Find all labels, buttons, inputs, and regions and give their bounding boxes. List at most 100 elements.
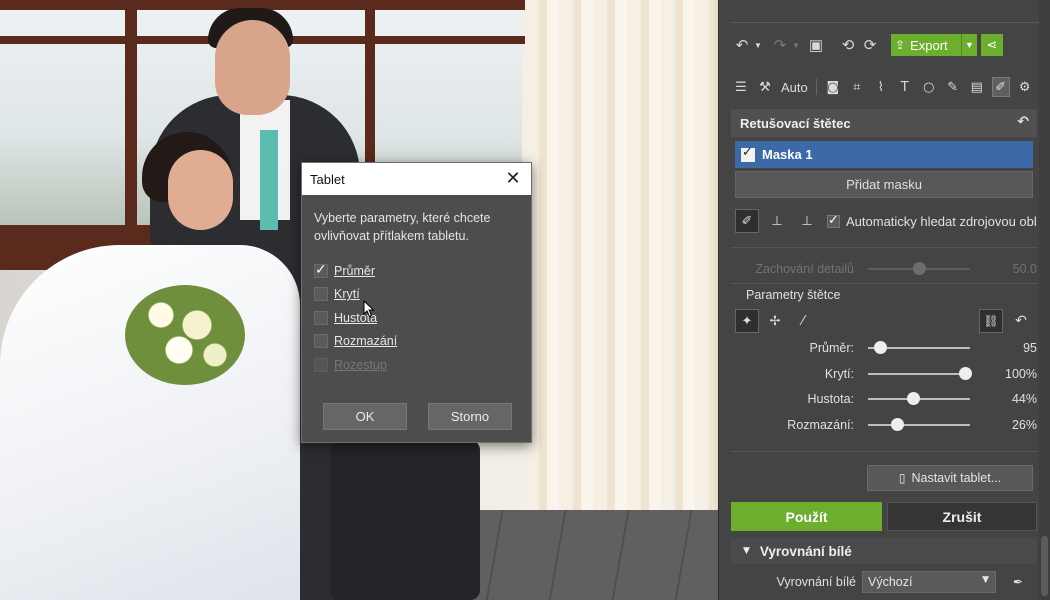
collapse-triangle-icon: ▼	[743, 546, 750, 556]
dialog-titlebar[interactable]: Tablet ✕	[302, 163, 531, 195]
export-dropdown-icon[interactable]: ▼	[961, 34, 977, 56]
blur-slider[interactable]	[868, 418, 970, 431]
dialog-buttons: OK Storno	[323, 403, 512, 430]
circle-filter-icon[interactable]: ○	[921, 78, 937, 96]
slider-knob	[913, 262, 926, 275]
density-slider[interactable]	[868, 392, 970, 405]
panel-scrollbar[interactable]	[1039, 0, 1050, 600]
checkbox-rozmazani[interactable]	[314, 334, 328, 349]
text-icon[interactable]: T	[897, 78, 913, 96]
slider-knob[interactable]	[874, 341, 888, 354]
white-balance-row: Vyrovnání bílé Výchozí ▼ ✒	[719, 571, 1050, 593]
option-prumer[interactable]: Průměr	[314, 259, 531, 283]
camera-icon[interactable]: ◙	[825, 78, 841, 96]
scrollbar-thumb[interactable]	[1041, 536, 1048, 596]
window-glass	[0, 0, 130, 225]
groom-legs	[330, 440, 480, 600]
rotate-right-icon[interactable]: ⟳	[861, 34, 879, 56]
divider	[815, 79, 817, 95]
brush-mode-tools: ✦ ✢ ⁄	[735, 309, 815, 333]
rotate-left-icon[interactable]: ⟲	[839, 34, 857, 56]
option-kryti[interactable]: Krytí	[314, 283, 531, 307]
slider-knob[interactable]	[958, 367, 972, 380]
adjustments-icon[interactable]: ☰	[733, 78, 749, 96]
slider-label: Zachování detailů	[755, 262, 854, 276]
clone-stamp-icon[interactable]: ⊥	[765, 209, 789, 233]
chevron-down-icon: ▼	[982, 575, 989, 585]
blur-slider-row: Rozmazání: 26%	[719, 415, 1050, 435]
mask-checkbox[interactable]	[741, 145, 755, 162]
white-balance-label: Vyrovnání bílé	[776, 575, 856, 589]
right-panel: ↶ ▼ ↷ ▼ ▣ ⟲ ⟳ ⇪ Export ▼ ⋖ ☰ ⚒ Auto ◙ ⌗ …	[718, 0, 1050, 600]
detail-slider-row: Zachování detailů 50.0	[719, 259, 1050, 279]
divider	[731, 247, 1037, 248]
checkbox-prumer[interactable]	[314, 262, 328, 278]
magic-wand-icon[interactable]: ⚒	[757, 78, 773, 96]
divider	[731, 22, 1050, 23]
density-slider-row: Hustota: 44%	[719, 389, 1050, 409]
auto-source-checkbox[interactable]	[827, 213, 840, 228]
export-button[interactable]: ⇪ Export ▼	[891, 34, 977, 56]
redo-icon[interactable]: ↷	[771, 34, 789, 56]
perspective-icon[interactable]: ⌇	[873, 78, 889, 96]
tablet-settings-button[interactable]: ▯ Nastavit tablet...	[867, 465, 1033, 491]
brush-minus-icon[interactable]: ⁄	[791, 309, 815, 333]
gradient-icon[interactable]: ▤	[969, 78, 985, 96]
undo-icon[interactable]: ↶	[733, 34, 751, 56]
ok-button[interactable]: OK	[323, 403, 407, 430]
option-label: Rozmazání	[334, 334, 398, 349]
option-label: Krytí	[334, 287, 360, 302]
brush-add-icon[interactable]: ✦	[735, 309, 759, 333]
tablet-dialog: Tablet ✕ Vyberte parametry, které chcete…	[301, 162, 532, 443]
dialog-title: Tablet	[310, 171, 345, 187]
reset-icon[interactable]: ↶	[1017, 114, 1029, 130]
slider-knob[interactable]	[906, 392, 920, 405]
source-stamp-icon[interactable]: ⊥	[795, 209, 819, 233]
retouch-tools: ✐ ⊥ ⊥ Automaticky hledat zdrojovou obl	[735, 209, 1037, 233]
eyedropper-icon[interactable]: ✒	[1008, 572, 1028, 592]
diameter-slider[interactable]	[868, 341, 970, 354]
mouse-cursor-icon	[363, 300, 375, 318]
slider-label: Krytí:	[824, 367, 854, 381]
tablet-icon: ▯	[898, 471, 906, 485]
section-header[interactable]: Retušovací štětec ↶	[731, 109, 1037, 137]
white-balance-header[interactable]: ▼ Vyrovnání bílé	[731, 538, 1037, 564]
checkbox-kryti[interactable]	[314, 287, 328, 302]
bouquet	[125, 285, 245, 385]
mask-item[interactable]: Maska 1	[735, 141, 1033, 168]
add-mask-button[interactable]: Přidat masku	[735, 171, 1033, 198]
white-balance-select[interactable]: Výchozí ▼	[862, 571, 996, 593]
checkbox-hustota[interactable]	[314, 310, 328, 325]
crop-icon[interactable]: ⌗	[849, 78, 865, 96]
undo-history-chevron-icon[interactable]: ▼	[753, 34, 763, 56]
slider-knob[interactable]	[890, 418, 904, 431]
detail-slider	[868, 262, 970, 275]
section-title: Retušovací štětec	[740, 115, 851, 131]
auto-label[interactable]: Auto	[781, 80, 808, 95]
share-icon[interactable]: ⋖	[981, 34, 1003, 56]
white-balance-selected: Výchozí	[868, 575, 913, 589]
option-rozestup: Rozestup	[314, 353, 531, 377]
divider	[731, 451, 1037, 452]
divider	[731, 283, 1037, 284]
retouch-brush-icon[interactable]: ✐	[991, 77, 1010, 97]
brush-icon[interactable]: ✎	[945, 78, 961, 96]
close-icon[interactable]: ✕	[505, 169, 521, 187]
groom-tie	[260, 130, 278, 230]
option-rozmazani[interactable]: Rozmazání	[314, 330, 531, 354]
gear-icon[interactable]: ⚙	[1017, 78, 1033, 96]
groom-face	[215, 20, 290, 115]
retouch-brush-tool-icon[interactable]: ✐	[735, 209, 759, 233]
option-hustota[interactable]: Hustota	[314, 306, 531, 330]
apply-button[interactable]: Použít	[731, 502, 882, 531]
option-label: Rozestup	[334, 357, 387, 372]
cancel-button[interactable]: Storno	[428, 403, 512, 430]
reset-brush-icon[interactable]: ↶	[1011, 310, 1031, 332]
compare-image-icon[interactable]: ▣	[807, 34, 825, 56]
cancel-button[interactable]: Zrušit	[887, 502, 1037, 531]
slider-label: Průměr:	[809, 341, 854, 355]
brush-plus-icon[interactable]: ✢	[763, 309, 787, 333]
redo-history-chevron-icon[interactable]: ▼	[791, 34, 801, 56]
link-icon[interactable]: ⛓	[979, 309, 1003, 333]
opacity-slider[interactable]	[868, 367, 972, 380]
